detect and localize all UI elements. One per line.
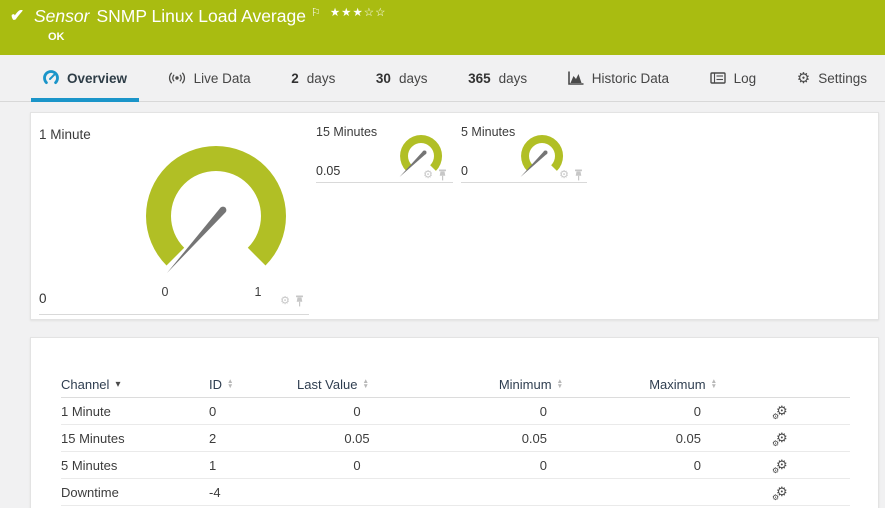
column-header-minimum[interactable]: Minimum ▲ ▼ xyxy=(417,377,577,392)
channel-table-panel: Channel ▾ ID ▲ ▼ Last Value ▲ ▼ Minimum ▲ ▼… xyxy=(30,337,879,508)
gauge-dial xyxy=(146,146,286,273)
gauge-15-minutes: 15 Minutes 0.05 ⚙ xyxy=(316,121,453,183)
channel-maximum: 0 xyxy=(693,457,701,473)
sort-icon: ▲ ▼ xyxy=(556,378,563,390)
tab-label: Settings xyxy=(818,70,867,86)
table-row: 15 Minutes 2 0.05 0.05 0.05 ⚙ ⚙ xyxy=(61,425,850,452)
pin-icon[interactable] xyxy=(574,169,583,181)
column-header-id[interactable]: ID ▲ ▼ xyxy=(209,377,297,392)
gauge-title: 5 Minutes xyxy=(461,125,516,139)
gauge-scale-max: 1 xyxy=(254,285,262,299)
status-badge: OK xyxy=(48,31,65,43)
gauge-icon xyxy=(43,70,59,84)
tab-label: days xyxy=(498,70,528,86)
channel-last-value: 0 xyxy=(353,403,361,419)
gauge-settings-icon[interactable]: ⚙ xyxy=(280,295,290,307)
tab-number: 30 xyxy=(375,70,391,86)
channel-id: 1 xyxy=(209,457,217,473)
gauge-controls: ⚙ xyxy=(423,169,447,181)
tab-number: 365 xyxy=(468,70,491,86)
tab-label: Historic Data xyxy=(591,70,670,86)
tab-365-days[interactable]: 365 days xyxy=(456,55,539,101)
gauge-settings-icon[interactable]: ⚙ xyxy=(559,169,569,181)
gauge-current-value: 0 xyxy=(461,164,468,178)
tab-historic-data[interactable]: Historic Data xyxy=(556,55,681,101)
flag-icon[interactable]: ⚐ xyxy=(311,7,321,19)
gauge-settings-icon[interactable]: ⚙ xyxy=(423,169,433,181)
tab-log[interactable]: Log xyxy=(698,55,769,101)
gauge-controls: ⚙ xyxy=(559,169,583,181)
tab-label: Overview xyxy=(67,70,128,86)
priority-stars-icon[interactable]: ★★★☆☆ xyxy=(330,7,387,19)
pin-icon[interactable] xyxy=(438,169,447,181)
table-header-row: Channel ▾ ID ▲ ▼ Last Value ▲ ▼ Minimum ▲ ▼… xyxy=(61,372,850,398)
column-header-maximum[interactable]: Maximum ▲ ▼ xyxy=(577,377,731,392)
gauge-1-minute: 1 Minute 0 1 0 ⚙ xyxy=(39,119,309,315)
channel-settings-icon[interactable]: ⚙ ⚙ xyxy=(772,430,788,448)
gauge-current-value: 0.05 xyxy=(316,164,341,178)
channel-name: Downtime xyxy=(61,484,119,500)
channel-maximum: 0.05 xyxy=(675,430,701,446)
tab-settings[interactable]: ⚙ Settings xyxy=(785,55,879,101)
tab-bar: Overview Live Data 2 days 30 days 365 da… xyxy=(0,55,885,102)
status-ok-check-icon: ✔ xyxy=(10,6,25,25)
gauge-5-minutes: 5 Minutes 0 ⚙ xyxy=(461,121,587,183)
column-header-last-value[interactable]: Last Value ▲ ▼ xyxy=(297,377,417,392)
column-header-channel[interactable]: Channel ▾ xyxy=(61,377,209,392)
channel-id: 2 xyxy=(209,430,217,446)
channel-minimum: 0 xyxy=(539,403,547,419)
channel-name: 5 Minutes xyxy=(61,457,118,473)
pin-icon[interactable] xyxy=(295,295,304,307)
gauge-title: 1 Minute xyxy=(39,127,91,142)
gauge-dial xyxy=(520,135,564,177)
gauges-panel: 1 Minute 0 1 0 ⚙ 15 Minutes 0.05 ⚙ 5 Min… xyxy=(30,112,879,320)
channel-minimum: 0.05 xyxy=(521,430,547,446)
tab-30-days[interactable]: 30 days xyxy=(364,55,440,101)
gauge-controls: ⚙ xyxy=(280,295,304,307)
gauge-current-value: 0 xyxy=(39,291,47,306)
channel-minimum: 0 xyxy=(539,457,547,473)
channel-id: 0 xyxy=(209,403,217,419)
channel-name: 15 Minutes xyxy=(61,430,125,446)
area-chart-icon xyxy=(567,71,584,85)
broadcast-icon xyxy=(168,72,185,84)
sort-icon: ▲ ▼ xyxy=(710,378,717,390)
tab-label: Log xyxy=(733,70,757,86)
channel-name: 1 Minute xyxy=(61,403,111,419)
tab-2-days[interactable]: 2 days xyxy=(279,55,347,101)
table-row: 1 Minute 0 0 0 0 ⚙ ⚙ xyxy=(61,398,850,425)
sensor-header: ✔ Sensor SNMP Linux Load Average ⚐ ★★★☆☆ OK xyxy=(0,0,885,55)
tab-overview[interactable]: Overview xyxy=(31,55,140,102)
channel-settings-icon[interactable]: ⚙ ⚙ xyxy=(772,403,788,421)
sorted-desc-icon: ▾ xyxy=(115,379,121,390)
gauge-title: 15 Minutes xyxy=(316,125,378,139)
sort-icon: ▲ ▼ xyxy=(227,378,234,390)
tab-label: days xyxy=(398,70,428,86)
tab-label: days xyxy=(306,70,336,86)
tab-live-data[interactable]: Live Data xyxy=(156,55,263,101)
log-list-icon xyxy=(709,72,726,84)
channel-last-value: 0.05 xyxy=(344,430,370,446)
tab-number: 2 xyxy=(291,70,299,86)
channel-settings-icon[interactable]: ⚙ ⚙ xyxy=(772,484,788,502)
channel-last-value: 0 xyxy=(353,457,361,473)
page-title: Sensor SNMP Linux Load Average ⚐ ★★★☆☆ xyxy=(34,6,386,27)
sort-icon: ▲ ▼ xyxy=(362,378,369,390)
sensor-name: SNMP Linux Load Average xyxy=(96,6,306,26)
object-type-label: Sensor xyxy=(34,6,90,26)
gear-icon: ⚙ xyxy=(796,70,811,87)
channel-maximum: 0 xyxy=(693,403,701,419)
channel-table: Channel ▾ ID ▲ ▼ Last Value ▲ ▼ Minimum ▲ ▼… xyxy=(31,338,878,506)
table-row: Downtime -4 ⚙ ⚙ xyxy=(61,479,850,506)
gauge-scale-min: 0 xyxy=(161,285,169,299)
table-row: 5 Minutes 1 0 0 0 ⚙ ⚙ xyxy=(61,452,850,479)
tab-label: Live Data xyxy=(193,70,251,86)
channel-id: -4 xyxy=(209,484,221,500)
channel-settings-icon[interactable]: ⚙ ⚙ xyxy=(772,457,788,475)
